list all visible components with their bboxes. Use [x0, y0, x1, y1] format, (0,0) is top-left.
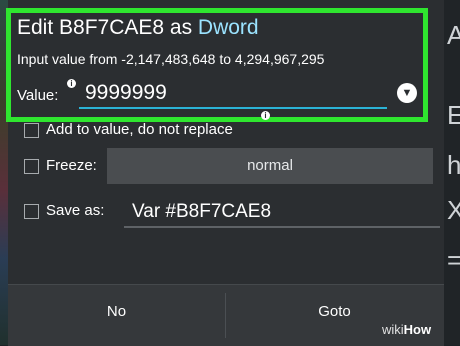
- wikihow-watermark: wikiHow: [382, 322, 431, 337]
- highlight-frame: Edit B8F7CAE8 as Dword Input value from …: [6, 8, 428, 122]
- strip-char: =: [447, 245, 460, 275]
- value-type-label: Dword: [197, 16, 259, 39]
- strip-char: A: [447, 20, 460, 50]
- watermark-part-b: How: [403, 322, 432, 337]
- info-icon[interactable]: i: [67, 79, 76, 88]
- background-text-strip: A E h X =: [444, 0, 460, 345]
- strip-char: X: [447, 195, 460, 225]
- strip-char: h: [447, 150, 460, 180]
- freeze-mode-select[interactable]: normal: [107, 148, 433, 184]
- add-to-value-label: Add to value, do not replace: [46, 121, 233, 138]
- freeze-checkbox[interactable]: [24, 159, 39, 174]
- add-to-value-checkbox[interactable]: [24, 123, 39, 138]
- dialog-button-bar: No Goto: [8, 284, 444, 346]
- chevron-down-icon[interactable]: ▼: [397, 83, 417, 103]
- dialog-title-prefix: Edit B8F7CAE8 as: [17, 16, 198, 39]
- freeze-label: Freeze:: [46, 157, 97, 174]
- value-input[interactable]: [79, 79, 387, 109]
- no-button[interactable]: No: [8, 285, 225, 346]
- watermark-part-a: wiki: [382, 322, 404, 337]
- save-as-checkbox[interactable]: [24, 204, 39, 219]
- save-as-input[interactable]: [124, 198, 440, 228]
- save-as-label: Save as:: [46, 202, 105, 219]
- dialog-title: Edit B8F7CAE8 as Dword: [17, 16, 259, 40]
- input-range-text: Input value from -2,147,483,648 to 4,294…: [17, 51, 325, 67]
- value-label: Value:: [17, 87, 59, 104]
- strip-char: E: [447, 100, 460, 130]
- info-icon[interactable]: i: [261, 111, 270, 120]
